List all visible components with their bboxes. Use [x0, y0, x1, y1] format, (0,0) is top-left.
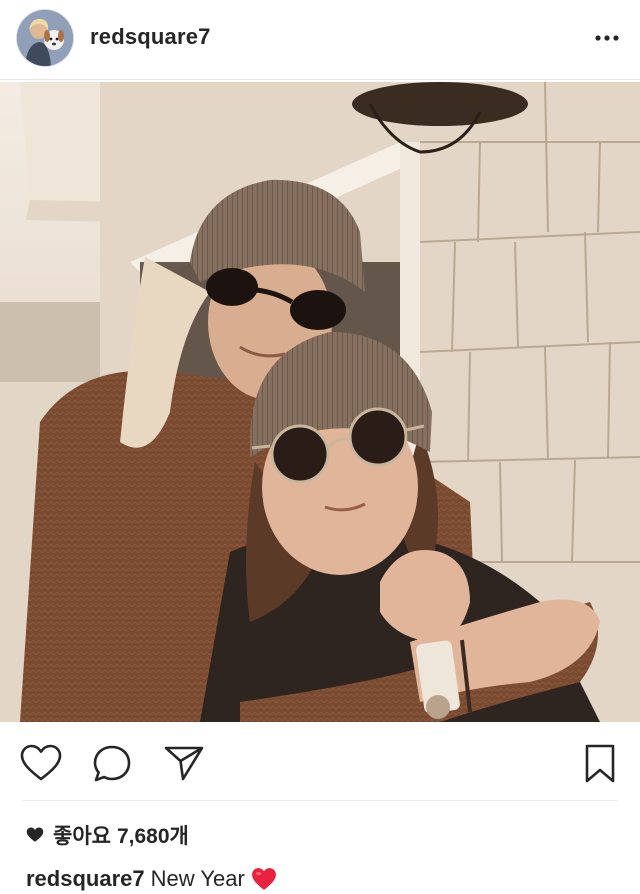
- caption: redsquare7 New Year: [26, 864, 277, 894]
- likes-count[interactable]: 좋아요 7,680개: [26, 820, 189, 850]
- likes-value: 7,680개: [116, 825, 189, 848]
- post-header: redsquare7: [0, 0, 640, 80]
- comment-bubble-icon[interactable]: [90, 742, 134, 786]
- save-bookmark-icon[interactable]: [578, 742, 622, 786]
- caption-text: New Year: [150, 866, 245, 891]
- caption-username[interactable]: redsquare7: [26, 866, 145, 892]
- post-image[interactable]: [0, 82, 640, 722]
- more-options-icon[interactable]: [592, 26, 622, 50]
- like-heart-icon[interactable]: [19, 742, 63, 786]
- red-heart-emoji-icon: [251, 868, 276, 890]
- likes-label: 좋아요: [53, 825, 111, 848]
- post-username[interactable]: redsquare7: [90, 24, 211, 50]
- avatar[interactable]: [17, 10, 73, 66]
- filled-heart-icon: [26, 827, 44, 842]
- action-bar: [0, 722, 640, 800]
- divider: [22, 800, 618, 801]
- share-paper-plane-icon[interactable]: [162, 742, 206, 786]
